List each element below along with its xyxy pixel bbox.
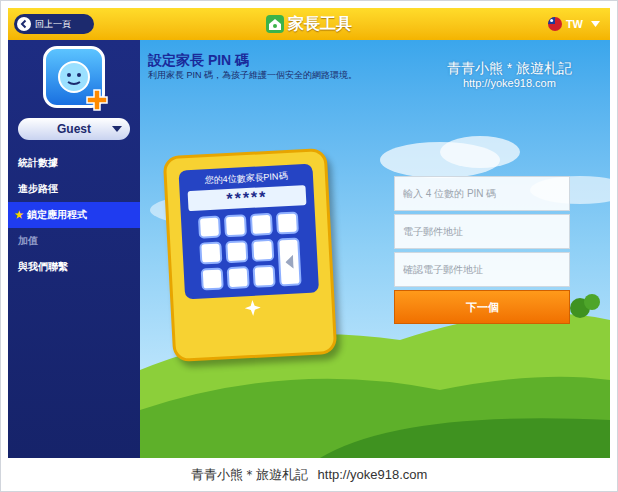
caption: 青青小熊＊旅遊札記 http://yoke918.com xyxy=(1,458,617,491)
watermark: 青青小熊 * 旅遊札記 http://yoke918.com xyxy=(447,52,572,90)
sidebar-item[interactable]: 加值 xyxy=(8,228,140,254)
add-icon xyxy=(86,89,108,111)
next-button[interactable]: 下一個 xyxy=(394,290,570,324)
pin-form: 下一個 xyxy=(394,176,570,324)
keypad-key[interactable] xyxy=(227,266,250,289)
back-label: 回上一頁 xyxy=(35,20,71,29)
avatar[interactable] xyxy=(43,46,105,108)
device-label: 您的4位數家長PIN碼 xyxy=(204,171,287,186)
keypad-key[interactable] xyxy=(250,213,273,236)
sidebar-item[interactable]: 統計數據 xyxy=(8,150,140,176)
sidebar-item[interactable]: 進步路徑 xyxy=(8,176,140,202)
keypad-key[interactable] xyxy=(199,241,222,264)
app-title: 家長工具 xyxy=(266,15,352,33)
sidebar-label: 與我們聯繫 xyxy=(18,261,68,273)
pin-device: 您的4位數家長PIN碼 ***** xyxy=(163,148,338,362)
taiwan-flag-icon xyxy=(548,17,562,31)
page-subtitle: 利用家長 PIN 碼，為孩子維護一個安全的網路環境。 xyxy=(148,70,357,81)
watermark-url: http://yoke918.com xyxy=(463,77,556,90)
sidebar-label: 加值 xyxy=(18,235,38,247)
child-face-icon xyxy=(54,57,94,97)
keypad-key[interactable] xyxy=(225,240,248,263)
sidebar-menu: 統計數據進步路徑 ★鎖定應用程式加值與我們聯繫 xyxy=(8,150,140,280)
pin-mask: ***** xyxy=(226,188,268,208)
app-window: 回上一頁 家長工具 TW xyxy=(8,8,610,458)
parent-tools-icon xyxy=(266,15,284,33)
form-field[interactable] xyxy=(394,176,570,211)
pin-display: ***** xyxy=(188,185,307,211)
dropdown-arrow-icon xyxy=(112,126,122,132)
back-arrow-icon xyxy=(17,17,31,31)
device-screen: 您的4位數家長PIN碼 ***** xyxy=(178,164,319,300)
keypad-key[interactable] xyxy=(253,265,276,288)
form-field[interactable] xyxy=(394,252,570,287)
back-triangle-icon xyxy=(285,255,294,269)
keypad-key[interactable] xyxy=(251,239,274,262)
dropdown-arrow-icon xyxy=(591,21,600,27)
keypad-key[interactable] xyxy=(201,267,224,290)
page-frame: 回上一頁 家長工具 TW xyxy=(0,0,618,492)
sidebar-item[interactable]: 與我們聯繫 xyxy=(8,254,140,280)
star-icon: ★ xyxy=(14,210,24,220)
user-selector[interactable]: Guest xyxy=(18,118,130,140)
next-label: 下一個 xyxy=(466,302,499,313)
keypad xyxy=(198,211,302,290)
language-selector[interactable]: TW xyxy=(524,17,604,31)
sidebar: Guest 統計數據進步路徑 ★鎖定應用程式加值與我們聯繫 xyxy=(8,40,140,458)
caption-name: 青青小熊＊旅遊札記 xyxy=(191,468,308,481)
top-bar: 回上一頁 家長工具 TW xyxy=(8,8,610,40)
caption-url: http://yoke918.com xyxy=(318,468,428,481)
watermark-name: 青青小熊 * 旅遊札記 xyxy=(447,60,572,77)
sidebar-item[interactable]: ★鎖定應用程式 xyxy=(8,202,140,228)
keypad-key[interactable] xyxy=(276,211,299,234)
page-title: 設定家長 PIN 碼 xyxy=(148,52,357,68)
sidebar-label: 鎖定應用程式 xyxy=(27,209,87,221)
title-text: 家長工具 xyxy=(288,16,352,32)
back-button[interactable]: 回上一頁 xyxy=(14,14,94,34)
keypad-key[interactable] xyxy=(198,216,221,239)
sidebar-label: 統計數據 xyxy=(18,157,58,169)
backspace-key[interactable] xyxy=(277,237,301,286)
user-name: Guest xyxy=(57,123,91,135)
sidebar-label: 進步路徑 xyxy=(18,183,58,195)
main-panel: 設定家長 PIN 碼 利用家長 PIN 碼，為孩子維護一個安全的網路環境。 青青… xyxy=(140,40,610,458)
form-field[interactable] xyxy=(394,214,570,249)
language-label: TW xyxy=(566,19,583,30)
sparkle-icon xyxy=(244,300,261,317)
keypad-key[interactable] xyxy=(224,214,247,237)
